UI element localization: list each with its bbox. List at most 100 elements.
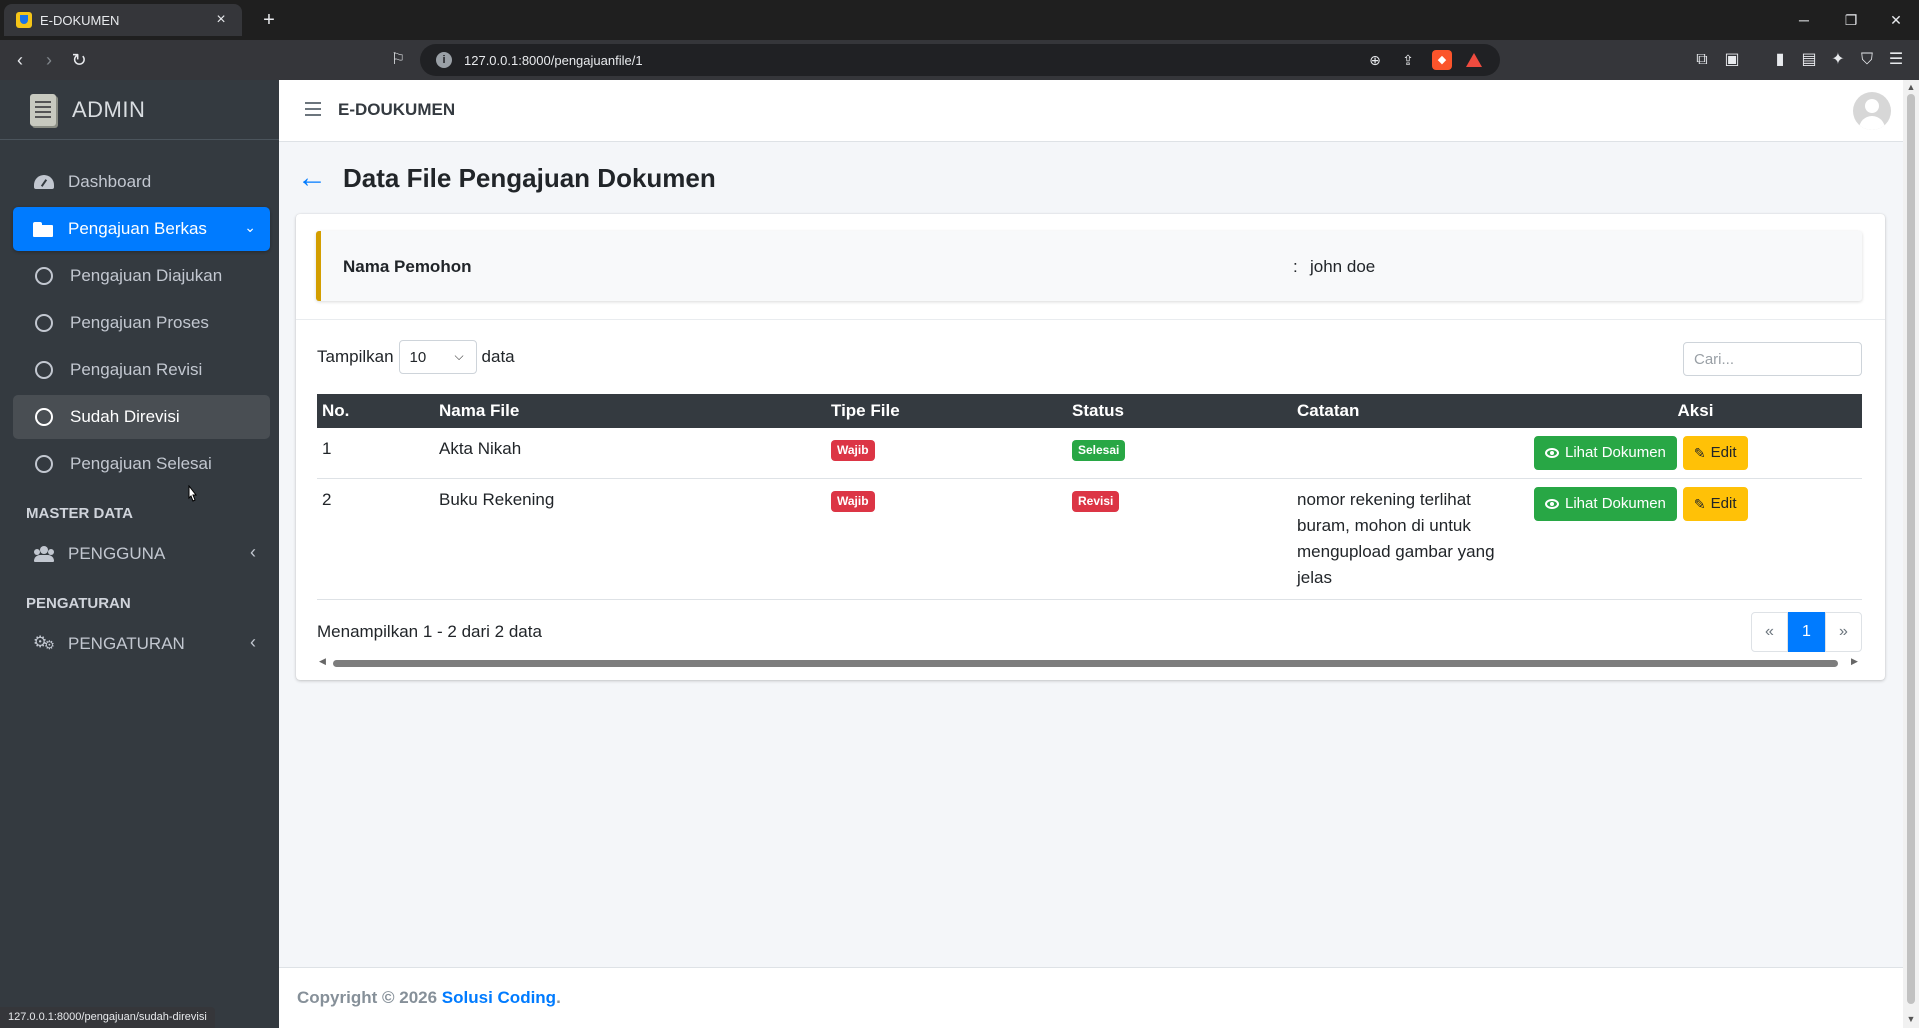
share-icon[interactable]: ⇪ (1398, 50, 1418, 70)
sidebar-item-label: PENGGUNA (68, 544, 166, 563)
bookmark-icon[interactable]: ⚐ (388, 48, 408, 72)
horizontal-scroll-thumb[interactable] (333, 660, 1838, 667)
circle-icon (35, 267, 53, 285)
sidebar-item-pengajuan-proses[interactable]: Pengajuan Proses (13, 301, 270, 345)
sidebar-item-pengajuan-revisi[interactable]: Pengajuan Revisi (13, 348, 270, 392)
view-label: Lihat Dokumen (1565, 444, 1666, 461)
menu-icon[interactable]: ☰ (1884, 48, 1908, 72)
sidebar: ADMIN Dashboard Pengajuan Berkas ⌄ Penga… (0, 80, 279, 1028)
scroll-left-icon[interactable]: ◀ (319, 656, 326, 667)
back-nav-icon[interactable]: ‹ (8, 48, 32, 72)
page-length-select[interactable]: 10 ⌵ (398, 340, 477, 374)
gears-icon (33, 632, 55, 653)
restore-icon[interactable]: ❐ (1837, 6, 1865, 34)
applicant-separator: : (1293, 257, 1298, 276)
sidebar-item-pengajuan-selesai[interactable]: Pengajuan Selesai (13, 442, 270, 486)
cell-catatan (1292, 428, 1529, 479)
pagination-prev[interactable]: « (1751, 612, 1788, 652)
view-document-button[interactable]: Lihat Dokumen (1534, 436, 1677, 470)
cell-no: 1 (317, 428, 434, 479)
address-bar[interactable]: i 127.0.0.1:8000/pengajuanfile/1 ⊕ ⇪ ◆ (420, 44, 1500, 76)
pagination-page-1[interactable]: 1 (1788, 612, 1825, 652)
document-logo-icon (30, 93, 56, 126)
user-avatar[interactable] (1853, 92, 1891, 130)
folder-icon (33, 220, 55, 238)
sidebar-item-sudah-direvisi[interactable]: Sudah Direvisi (13, 395, 270, 439)
close-window-icon[interactable]: ✕ (1882, 6, 1910, 34)
sidebar-item-pengajuan-diajukan[interactable]: Pengajuan Diajukan (13, 254, 270, 298)
card-divider (296, 319, 1885, 320)
sidebar-item-dashboard[interactable]: Dashboard (13, 160, 270, 204)
scroll-down-icon[interactable]: ▼ (1906, 1014, 1916, 1024)
sidebar-item-pengajuan-berkas[interactable]: Pengajuan Berkas ⌄ (13, 207, 270, 251)
cell-nama-file: Akta Nikah (434, 428, 826, 479)
data-card: Nama Pemohon : john doe Tampilkan 10 ⌵ d… (296, 214, 1885, 680)
nav-header-pengaturan: PENGATURAN (26, 595, 131, 612)
page-header: ← Data File Pengajuan Dokumen (297, 158, 716, 198)
cell-catatan: nomor rekening terlihat buram, mohon di … (1292, 478, 1529, 600)
vertical-scrollbar[interactable]: ▲ ▼ (1903, 80, 1919, 1028)
back-arrow-icon[interactable]: ← (297, 163, 327, 193)
browser-tabbar: E-DOKUMEN × + ─ ❐ ✕ (0, 0, 1919, 40)
sidebar-item-label: Sudah Direvisi (70, 407, 180, 426)
edit-button[interactable]: ✎ Edit (1682, 487, 1748, 521)
status-badge: Selesai (1072, 440, 1126, 461)
extensions-icon[interactable]: ⧉ (1690, 48, 1714, 72)
footer: Copyright © 2026 Solusi Coding. (279, 967, 1903, 1028)
zoom-icon[interactable]: ⊕ (1365, 50, 1385, 70)
reload-icon[interactable]: ↻ (67, 48, 91, 72)
sidebar-item-label: Pengajuan Revisi (70, 360, 203, 379)
pagination: « 1 » (1751, 612, 1862, 652)
browser-tab[interactable]: E-DOKUMEN × (4, 4, 242, 36)
hamburger-menu-icon[interactable] (305, 102, 321, 116)
col-catatan[interactable]: Catatan (1292, 394, 1529, 428)
horizontal-scrollbar[interactable]: ◀ ▶ (317, 656, 1862, 669)
col-tipe-file[interactable]: Tipe File (826, 394, 1067, 428)
nav-header-master-data: MASTER DATA (26, 505, 133, 522)
site-info-icon[interactable]: i (436, 52, 452, 68)
page-length-control: Tampilkan 10 ⌵ data (317, 340, 515, 374)
main-content: E-DOUKUMEN ← Data File Pengajuan Dokumen… (279, 80, 1903, 1028)
leo-ai-icon[interactable]: ✦ (1826, 48, 1850, 72)
table-header-row: No. Nama File Tipe File Status Catatan A… (317, 394, 1862, 428)
chevron-left-icon: ‹ (250, 542, 256, 562)
col-status[interactable]: Status (1067, 394, 1292, 428)
footer-link[interactable]: Solusi Coding (442, 988, 556, 1007)
new-tab-button[interactable]: + (256, 7, 282, 33)
scroll-right-icon[interactable]: ▶ (1851, 656, 1858, 667)
brave-rewards-icon[interactable] (1466, 53, 1482, 67)
address-url[interactable]: 127.0.0.1:8000/pengajuanfile/1 (464, 53, 643, 68)
tab-close-icon[interactable]: × (212, 11, 230, 29)
sidebar-toggle-icon[interactable]: ▮ (1768, 48, 1792, 72)
top-navbar: E-DOUKUMEN (279, 80, 1903, 142)
pagination-next[interactable]: » (1825, 612, 1862, 652)
scroll-up-icon[interactable]: ▲ (1906, 82, 1916, 92)
vpn-icon[interactable]: ⛉ (1855, 48, 1879, 72)
edit-label: Edit (1710, 495, 1737, 512)
forward-nav-icon[interactable]: › (37, 48, 61, 72)
vertical-scroll-thumb[interactable] (1907, 94, 1915, 1004)
col-nama-file[interactable]: Nama File (434, 394, 826, 428)
brave-shields-icon[interactable]: ◆ (1432, 50, 1452, 70)
chevron-down-icon: ⌄ (244, 219, 256, 235)
view-document-button[interactable]: Lihat Dokumen (1534, 487, 1677, 521)
minimize-icon[interactable]: ─ (1790, 6, 1818, 34)
sidebar-item-pengaturan[interactable]: PENGATURAN ‹ (13, 622, 270, 666)
screenshot-icon[interactable]: ▣ (1720, 48, 1744, 72)
sidebar-item-pengguna[interactable]: PENGGUNA ‹ (13, 532, 270, 576)
length-prefix: Tampilkan (317, 347, 394, 366)
search-input[interactable] (1683, 342, 1862, 376)
cell-no: 2 (317, 478, 434, 600)
link-status-url: 127.0.0.1:8000/pengajuan/sudah-direvisi (0, 1007, 215, 1028)
col-no[interactable]: No. (317, 394, 434, 428)
files-table: No. Nama File Tipe File Status Catatan A… (317, 394, 1862, 600)
sidebar-nav: Dashboard Pengajuan Berkas ⌄ Pengajuan D… (13, 160, 270, 669)
brand[interactable]: ADMIN (0, 80, 279, 140)
circle-icon (35, 314, 53, 332)
wallet-icon[interactable]: ▤ (1797, 48, 1821, 72)
table-row: 1 Akta Nikah Wajib Selesai Lihat Dokumen… (317, 428, 1862, 479)
cell-status: Selesai (1067, 428, 1292, 479)
tipe-badge: Wajib (831, 440, 875, 461)
chevron-down-icon: ⌵ (454, 349, 464, 363)
edit-button[interactable]: ✎ Edit (1682, 436, 1748, 470)
